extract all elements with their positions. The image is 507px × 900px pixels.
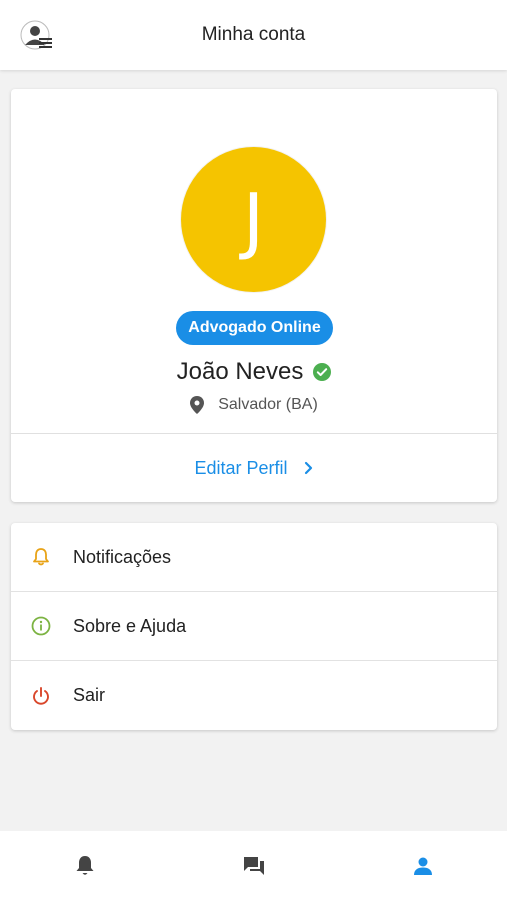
page-title: Minha conta bbox=[201, 24, 306, 45]
nav-notifications[interactable] bbox=[0, 831, 169, 900]
profile-card: J Advogado Online João Neves Salvador (B… bbox=[11, 89, 497, 502]
menu-label: Sobre e Ajuda bbox=[73, 615, 187, 636]
chevron-right-icon bbox=[304, 461, 312, 475]
bottom-navigation bbox=[0, 831, 507, 900]
menu-item-notifications[interactable]: Notificações bbox=[11, 523, 497, 592]
user-name: João Neves bbox=[176, 358, 304, 385]
bell-icon bbox=[76, 855, 93, 875]
nav-messages[interactable] bbox=[169, 831, 338, 900]
top-app-bar: Minha conta bbox=[0, 0, 507, 70]
nav-profile[interactable] bbox=[338, 831, 507, 900]
map-pin-icon bbox=[190, 396, 205, 414]
location-text: Salvador (BA) bbox=[218, 396, 318, 413]
person-icon bbox=[413, 857, 432, 875]
edit-profile-label: Editar Perfil bbox=[194, 457, 288, 478]
power-icon bbox=[33, 686, 49, 705]
menu-item-about-help[interactable]: Sobre e Ajuda bbox=[11, 592, 497, 661]
settings-menu: Notificações Sobre e Ajuda Sair bbox=[11, 523, 497, 730]
location-row: Salvador (BA) bbox=[11, 392, 497, 418]
info-circle-icon bbox=[31, 616, 51, 636]
check-circle-icon bbox=[313, 363, 332, 381]
user-menu-icon[interactable] bbox=[20, 20, 54, 54]
avatar: J bbox=[181, 147, 326, 292]
role-badge: Advogado Online bbox=[176, 311, 333, 345]
menu-label: Notificações bbox=[73, 546, 172, 567]
edit-profile-button[interactable]: Editar Perfil bbox=[11, 434, 497, 502]
menu-label: Sair bbox=[73, 685, 106, 705]
bell-outline-icon bbox=[33, 548, 49, 566]
chat-icon bbox=[243, 856, 264, 875]
menu-item-logout[interactable]: Sair bbox=[11, 661, 497, 730]
user-name-row: João Neves bbox=[11, 355, 497, 389]
